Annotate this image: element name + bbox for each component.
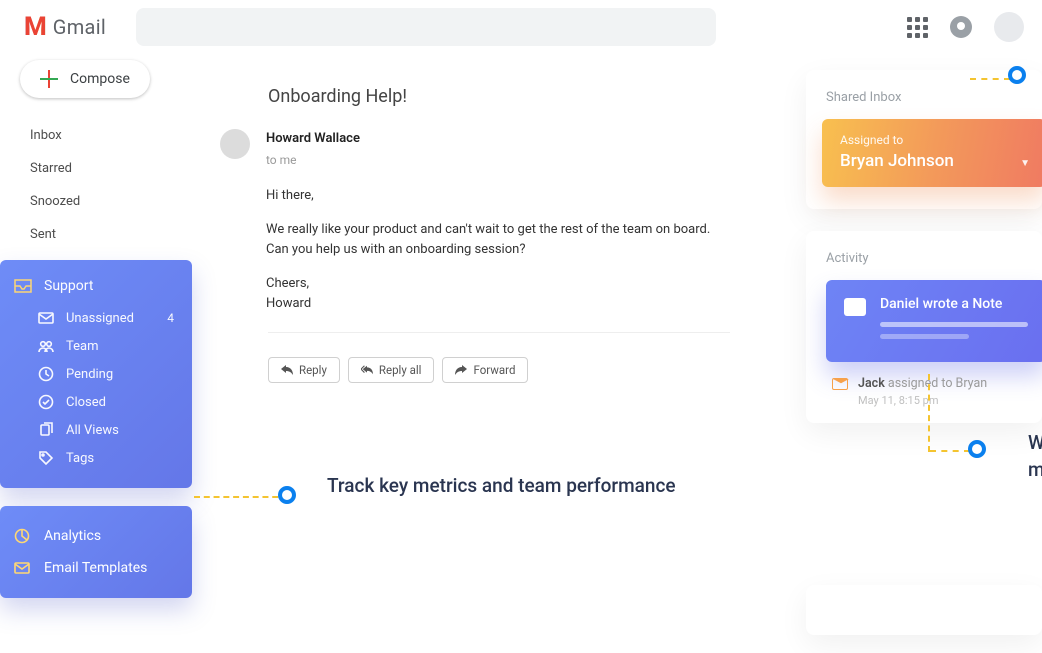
assignee-dropdown[interactable]: Assigned to Bryan Johnson ▼ (822, 119, 1042, 187)
nav-sent[interactable]: Sent (30, 227, 192, 242)
activity-note[interactable]: Daniel wrote a Note (826, 280, 1042, 362)
tag-icon (38, 450, 54, 466)
nav-snoozed[interactable]: Snoozed (30, 194, 192, 209)
envelope-icon (38, 310, 54, 326)
team-icon (38, 338, 54, 354)
brand-text: Gmail (53, 15, 106, 39)
account-avatar[interactable] (994, 12, 1024, 42)
callout-marker-icon (968, 440, 986, 458)
nav-analytics[interactable]: Analytics (0, 520, 192, 552)
email-greeting: Hi there, (266, 186, 710, 206)
activity-text: assigned to Bryan (888, 376, 987, 391)
email-signoff: Cheers, (266, 274, 710, 294)
activity-actor: Jack (858, 376, 885, 391)
forward-arrow-icon (455, 365, 467, 375)
search-input[interactable] (136, 8, 716, 46)
reply-all-arrow-icon (361, 365, 373, 375)
email-subject: Onboarding Help! (268, 86, 730, 107)
nav-starred[interactable]: Starred (30, 161, 192, 176)
connector-line (930, 450, 970, 452)
shared-inbox-card: Shared Inbox Assigned to Bryan Johnson ▼ (806, 70, 1042, 209)
card-placeholder (806, 585, 1042, 635)
support-team[interactable]: Team (0, 332, 192, 360)
support-closed[interactable]: Closed (0, 388, 192, 416)
forward-button[interactable]: Forward (442, 357, 528, 383)
reply-all-button[interactable]: Reply all (348, 357, 435, 383)
callout-cut-text: W m (1028, 430, 1042, 483)
support-tags[interactable]: Tags (0, 444, 192, 472)
chevron-down-icon: ▼ (1020, 158, 1030, 169)
support-unassigned[interactable]: Unassigned 4 (0, 304, 192, 332)
inbox-tray-icon (14, 279, 32, 293)
support-title: Support (44, 278, 93, 294)
reply-arrow-icon (281, 365, 293, 375)
pie-chart-icon (14, 528, 30, 544)
envelope-icon (832, 378, 848, 390)
apps-icon[interactable] (907, 17, 928, 38)
connector-line (970, 78, 1010, 80)
reply-button[interactable]: Reply (268, 357, 340, 383)
support-pending[interactable]: Pending (0, 360, 192, 388)
shared-inbox-label: Shared Inbox (826, 90, 1042, 105)
support-panel: Support Unassigned 4 Team Pending Closed… (0, 260, 192, 488)
email-body-line: We really like your product and can't wa… (266, 220, 710, 240)
copy-icon (38, 422, 54, 438)
recipient-line[interactable]: to me (266, 151, 710, 170)
connector-line (194, 496, 288, 498)
assignee-name: Bryan Johnson (840, 151, 1028, 171)
envelope-icon (14, 560, 30, 576)
activity-card: Activity Daniel wrote a Note Jack assign… (806, 231, 1042, 423)
clock-icon (38, 366, 54, 382)
compose-button[interactable]: Compose (20, 60, 150, 98)
callout-marker-icon (278, 486, 296, 504)
nav-email-templates[interactable]: Email Templates (0, 552, 192, 584)
sidebar: Compose Inbox Starred Snoozed Sent Suppo… (0, 60, 192, 598)
email-signer: Howard (266, 294, 710, 314)
check-circle-icon (38, 394, 54, 410)
note-title: Daniel wrote a Note (880, 296, 1028, 312)
note-icon (844, 298, 866, 316)
note-line-placeholder (880, 322, 1028, 327)
right-panel: Shared Inbox Assigned to Bryan Johnson ▼… (806, 70, 1042, 635)
support-header[interactable]: Support (0, 274, 192, 304)
notifications-icon[interactable] (950, 16, 972, 38)
tools-panel: Analytics Email Templates (0, 506, 192, 598)
activity-timestamp: May 11, 8:15 pm (826, 394, 1042, 407)
analytics-callout: Track key metrics and team performance (327, 472, 676, 500)
connector-line (928, 374, 930, 452)
gmail-logo[interactable]: M Gmail (24, 12, 106, 42)
activity-row[interactable]: Jack assigned to Bryan (826, 362, 1042, 391)
header: M Gmail (0, 0, 1042, 54)
email-body-line: Can you help us with an onboarding sessi… (266, 240, 710, 260)
note-line-placeholder (880, 334, 969, 339)
activity-label: Activity (826, 251, 1042, 266)
gmail-m-icon: M (24, 12, 47, 42)
plus-icon (40, 70, 58, 88)
unassigned-count: 4 (167, 311, 174, 325)
sender-avatar[interactable] (220, 129, 250, 159)
nav-primary: Inbox Starred Snoozed Sent (0, 128, 192, 242)
support-all-views[interactable]: All Views (0, 416, 192, 444)
sender-name[interactable]: Howard Wallace (266, 129, 710, 149)
divider (268, 332, 730, 333)
email-view: Onboarding Help! Howard Wallace to me Hi… (220, 86, 730, 383)
assigned-to-label: Assigned to (840, 133, 1028, 147)
compose-label: Compose (70, 71, 130, 87)
callout-marker-icon (1008, 66, 1026, 84)
nav-inbox[interactable]: Inbox (30, 128, 192, 143)
